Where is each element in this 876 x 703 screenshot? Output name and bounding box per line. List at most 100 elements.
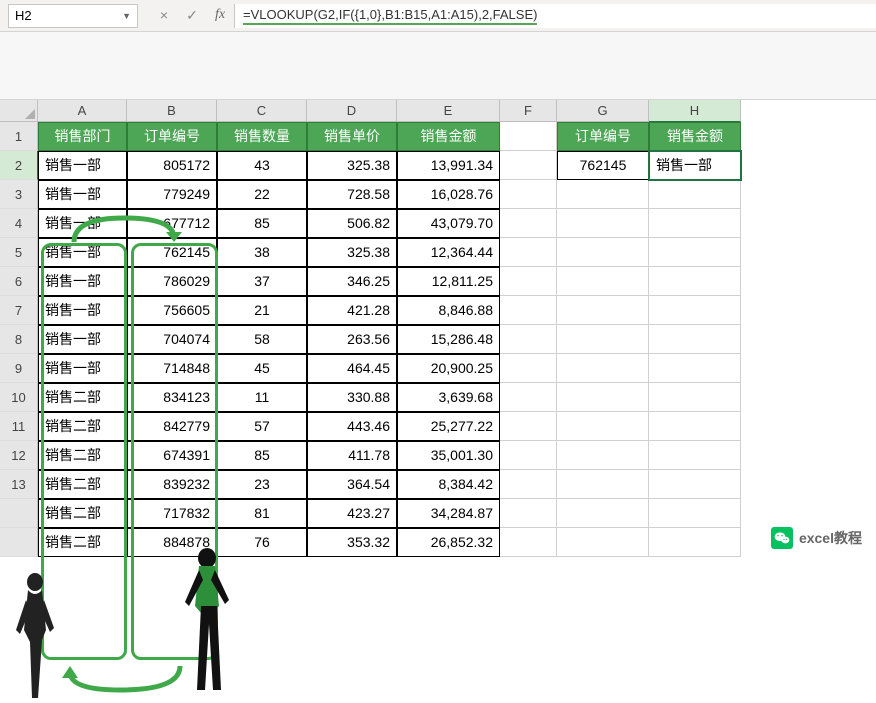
col-header-B[interactable]: B — [127, 100, 217, 122]
cell-dept[interactable]: 销售一部 — [38, 296, 127, 325]
cell-amt[interactable]: 12,811.25 — [397, 267, 500, 296]
cell-blank[interactable] — [649, 238, 741, 267]
cell-order[interactable]: 805172 — [127, 151, 217, 180]
cell-qty[interactable]: 85 — [217, 441, 307, 470]
cell-price[interactable]: 506.82 — [307, 209, 397, 238]
cell-order[interactable]: 834123 — [127, 383, 217, 412]
cell-blank[interactable] — [500, 441, 557, 470]
cell-order[interactable]: 786029 — [127, 267, 217, 296]
lookup-order-value[interactable]: 762145 — [557, 151, 649, 180]
cell-amt[interactable]: 16,028.76 — [397, 180, 500, 209]
cell-amt[interactable]: 3,639.68 — [397, 383, 500, 412]
header-dept[interactable]: 销售部门 — [38, 122, 127, 151]
cell-amt[interactable]: 8,846.88 — [397, 296, 500, 325]
cell-price[interactable]: 411.78 — [307, 441, 397, 470]
cell-qty[interactable]: 58 — [217, 325, 307, 354]
cancel-icon[interactable]: × — [150, 7, 178, 24]
cell-amt[interactable]: 20,900.25 — [397, 354, 500, 383]
cell-order[interactable]: 704074 — [127, 325, 217, 354]
cell-amt[interactable]: 8,384.42 — [397, 470, 500, 499]
cell-blank[interactable] — [557, 325, 649, 354]
cell-blank[interactable] — [500, 354, 557, 383]
cell-qty[interactable]: 21 — [217, 296, 307, 325]
cell-blank[interactable] — [500, 528, 557, 557]
row-header[interactable]: 3 — [0, 180, 38, 209]
cell-dept[interactable]: 销售二部 — [38, 499, 127, 528]
header-order[interactable]: 订单编号 — [127, 122, 217, 151]
cell-blank[interactable] — [500, 180, 557, 209]
cell-amt[interactable]: 12,364.44 — [397, 238, 500, 267]
cell-dept[interactable]: 销售二部 — [38, 528, 127, 557]
row-header[interactable]: 4 — [0, 209, 38, 238]
cell-dept[interactable]: 销售一部 — [38, 354, 127, 383]
cell-order[interactable]: 842779 — [127, 412, 217, 441]
cell-blank[interactable] — [500, 267, 557, 296]
cell-order[interactable]: 884878 — [127, 528, 217, 557]
cell-dept[interactable]: 销售一部 — [38, 151, 127, 180]
cell-blank[interactable] — [557, 383, 649, 412]
cell-blank[interactable] — [649, 441, 741, 470]
cell-blank[interactable] — [649, 209, 741, 238]
cell-order[interactable]: 756605 — [127, 296, 217, 325]
cell-dept[interactable]: 销售一部 — [38, 267, 127, 296]
row-header[interactable]: 11 — [0, 412, 38, 441]
cell-blank[interactable] — [500, 499, 557, 528]
cell-blank[interactable] — [649, 354, 741, 383]
cell-dept[interactable]: 销售二部 — [38, 441, 127, 470]
cell-price[interactable]: 443.46 — [307, 412, 397, 441]
row-header[interactable]: 13 — [0, 470, 38, 499]
cell-amt[interactable]: 15,286.48 — [397, 325, 500, 354]
col-header-E[interactable]: E — [397, 100, 500, 122]
header-lookup-amt[interactable]: 销售金额 — [649, 122, 741, 151]
cell-blank[interactable] — [649, 412, 741, 441]
row-header[interactable]: 9 — [0, 354, 38, 383]
row-header[interactable]: 7 — [0, 296, 38, 325]
cell-qty[interactable]: 57 — [217, 412, 307, 441]
cell-order[interactable]: 762145 — [127, 238, 217, 267]
cell-qty[interactable]: 11 — [217, 383, 307, 412]
cell-dept[interactable]: 销售二部 — [38, 412, 127, 441]
row-header[interactable]: 8 — [0, 325, 38, 354]
cell-qty[interactable]: 38 — [217, 238, 307, 267]
col-header-G[interactable]: G — [557, 100, 649, 122]
cell-blank[interactable] — [557, 499, 649, 528]
cell-amt[interactable]: 26,852.32 — [397, 528, 500, 557]
cell-price[interactable]: 423.27 — [307, 499, 397, 528]
cell-dept[interactable]: 销售二部 — [38, 383, 127, 412]
cell-dept[interactable]: 销售二部 — [38, 470, 127, 499]
col-header-F[interactable]: F — [500, 100, 557, 122]
cell-price[interactable]: 728.58 — [307, 180, 397, 209]
cell-qty[interactable]: 85 — [217, 209, 307, 238]
cell-blank[interactable] — [557, 180, 649, 209]
cell-blank[interactable] — [500, 412, 557, 441]
cell-blank[interactable] — [649, 296, 741, 325]
cell-blank[interactable] — [557, 441, 649, 470]
cell-blank[interactable] — [557, 209, 649, 238]
header-lookup-order[interactable]: 订单编号 — [557, 122, 649, 151]
row-header[interactable]: 6 — [0, 267, 38, 296]
col-header-D[interactable]: D — [307, 100, 397, 122]
cell-dept[interactable]: 销售一部 — [38, 238, 127, 267]
cell-dept[interactable]: 销售一部 — [38, 325, 127, 354]
cell-amt[interactable]: 34,284.87 — [397, 499, 500, 528]
cell-blank[interactable] — [500, 470, 557, 499]
cell-blank[interactable] — [557, 296, 649, 325]
cell-price[interactable]: 353.32 — [307, 528, 397, 557]
cell-qty[interactable]: 23 — [217, 470, 307, 499]
cell-order[interactable]: 779249 — [127, 180, 217, 209]
row-header-2[interactable]: 2 — [0, 151, 38, 180]
header-qty[interactable]: 销售数量 — [217, 122, 307, 151]
cell-order[interactable]: 674391 — [127, 441, 217, 470]
spreadsheet-grid[interactable]: A B C D E F G H 1 销售部门 订单编号 销售数量 销售单价 销售… — [0, 100, 876, 557]
row-header[interactable] — [0, 528, 38, 557]
cell-blank[interactable] — [557, 412, 649, 441]
row-header[interactable]: 10 — [0, 383, 38, 412]
cell-order[interactable]: 839232 — [127, 470, 217, 499]
cell-price[interactable]: 325.38 — [307, 151, 397, 180]
cell-blank[interactable] — [557, 238, 649, 267]
cell-amt[interactable]: 43,079.70 — [397, 209, 500, 238]
header-amt[interactable]: 销售金额 — [397, 122, 500, 151]
cell-blank[interactable] — [557, 354, 649, 383]
cell-blank[interactable] — [557, 470, 649, 499]
cell-amt[interactable]: 35,001.30 — [397, 441, 500, 470]
